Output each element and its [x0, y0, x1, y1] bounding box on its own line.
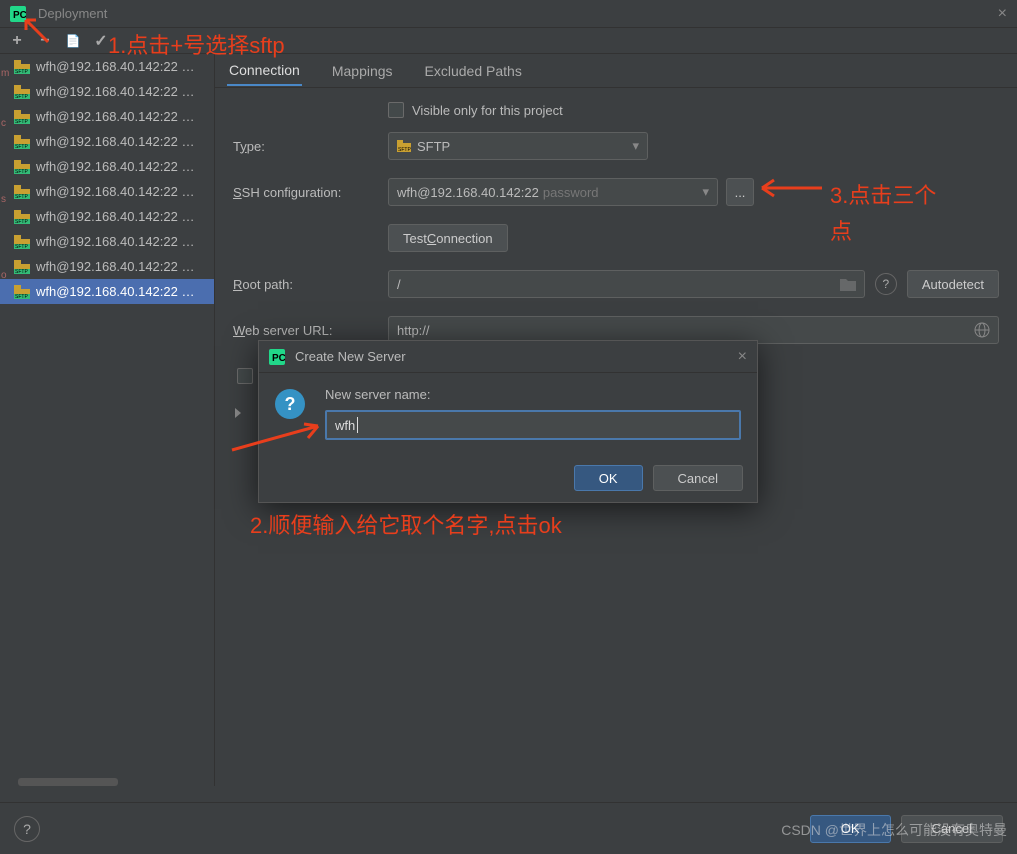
server-list-item-label: wfh@192.168.40.142:22 …: [36, 59, 194, 74]
server-list-item[interactable]: SFTP wfh@192.168.40.142:22 …: [0, 154, 214, 179]
server-name-label: New server name:: [325, 387, 741, 402]
ssh-browse-button[interactable]: ...: [726, 178, 754, 206]
type-value: SFTP: [417, 139, 450, 154]
server-list-item[interactable]: SFTP wfh@192.168.40.142:22 …: [0, 129, 214, 154]
remove-button[interactable]: −: [36, 32, 54, 50]
server-list-item-label: wfh@192.168.40.142:22 …: [36, 134, 194, 149]
server-list-item-label: wfh@192.168.40.142:22 …: [36, 209, 194, 224]
dialog-ok-button[interactable]: OK: [810, 815, 891, 843]
test-connection-button[interactable]: Test Connection: [388, 224, 508, 252]
root-path-input[interactable]: /: [388, 270, 865, 298]
server-list-item-label: wfh@192.168.40.142:22 …: [36, 234, 194, 249]
server-list-item-label: wfh@192.168.40.142:22 …: [36, 184, 194, 199]
dialog-footer: ? OK Cancel: [0, 802, 1017, 854]
svg-text:PC: PC: [13, 10, 26, 21]
window-title: Deployment: [38, 6, 107, 21]
type-label: Type:: [233, 139, 388, 154]
help-icon[interactable]: ?: [875, 273, 897, 295]
modal-ok-button[interactable]: OK: [574, 465, 643, 491]
modal-cancel-button[interactable]: Cancel: [653, 465, 743, 491]
server-list-item[interactable]: SFTP wfh@192.168.40.142:22 …: [0, 179, 214, 204]
root-path-label: Root path:: [233, 277, 388, 292]
server-list-item[interactable]: SFTP wfh@192.168.40.142:22 …: [0, 204, 214, 229]
question-icon: ?: [275, 389, 305, 419]
gutter: m c s o: [0, 54, 10, 786]
create-server-dialog: PC Create New Server × ? New server name…: [258, 340, 758, 503]
globe-icon: [974, 322, 990, 338]
svg-text:SFTP: SFTP: [15, 294, 28, 299]
svg-text:SFTP: SFTP: [15, 194, 28, 199]
svg-text:SFTP: SFTP: [398, 147, 411, 152]
url-label: Web server URL:: [233, 323, 388, 338]
svg-text:SFTP: SFTP: [15, 269, 28, 274]
expand-arrow-icon[interactable]: [235, 408, 241, 418]
chevron-down-icon: ▾: [702, 184, 709, 200]
root-value: /: [397, 277, 401, 292]
server-list-item[interactable]: SFTP wfh@192.168.40.142:22 …: [0, 54, 214, 79]
window-close-icon[interactable]: ×: [998, 5, 1007, 23]
unknown-checkbox[interactable]: [237, 368, 253, 384]
svg-text:SFTP: SFTP: [15, 169, 28, 174]
type-select[interactable]: SFTP SFTP ▾: [388, 132, 648, 160]
server-list-item-label: wfh@192.168.40.142:22 …: [36, 84, 194, 99]
folder-icon: [840, 277, 856, 291]
ssh-value: wfh@192.168.40.142:22: [397, 185, 539, 200]
dialog-cancel-button[interactable]: Cancel: [901, 815, 1003, 843]
tab-excluded[interactable]: Excluded Paths: [423, 57, 524, 85]
tab-mappings[interactable]: Mappings: [330, 57, 395, 85]
apply-button[interactable]: ✓: [92, 32, 110, 50]
server-name-value: wfh: [335, 418, 355, 433]
chevron-down-icon: ▾: [632, 138, 639, 154]
titlebar: PC Deployment ×: [0, 0, 1017, 28]
server-name-input[interactable]: wfh: [325, 410, 741, 440]
sftp-icon: SFTP: [397, 140, 411, 152]
svg-text:SFTP: SFTP: [15, 219, 28, 224]
ssh-label: SSH configuration:: [233, 185, 388, 200]
tab-connection[interactable]: Connection: [227, 56, 302, 86]
toolbar: + − 📄 ✓: [0, 28, 1017, 54]
tabs: Connection Mappings Excluded Paths: [215, 54, 1017, 88]
server-list-item[interactable]: SFTP wfh@192.168.40.142:22 …: [0, 229, 214, 254]
dialog-help-icon[interactable]: ?: [14, 816, 40, 842]
svg-text:SFTP: SFTP: [15, 94, 28, 99]
server-list-item-label: wfh@192.168.40.142:22 …: [36, 109, 194, 124]
copy-button[interactable]: 📄: [64, 32, 82, 50]
server-list-item[interactable]: SFTP wfh@192.168.40.142:22 …: [0, 104, 214, 129]
autodetect-button[interactable]: Autodetect: [907, 270, 999, 298]
pycharm-icon: PC: [269, 349, 285, 365]
server-list-item-label: wfh@192.168.40.142:22 …: [36, 159, 194, 174]
server-list-item[interactable]: SFTP wfh@192.168.40.142:22 …: [0, 279, 214, 304]
ssh-hint: password: [543, 185, 599, 200]
dialog-title: Create New Server: [295, 349, 406, 364]
svg-text:PC: PC: [272, 353, 285, 364]
visible-only-label: Visible only for this project: [412, 103, 563, 118]
add-button[interactable]: +: [8, 32, 26, 50]
ssh-config-select[interactable]: wfh@192.168.40.142:22 password ▾: [388, 178, 718, 206]
server-list-item[interactable]: SFTP wfh@192.168.40.142:22 …: [0, 254, 214, 279]
pycharm-icon: PC: [10, 6, 26, 22]
dialog-close-icon[interactable]: ×: [738, 348, 747, 366]
visible-only-checkbox[interactable]: [388, 102, 404, 118]
server-list-item-label: wfh@192.168.40.142:22 …: [36, 284, 194, 299]
svg-text:SFTP: SFTP: [15, 244, 28, 249]
server-list-item[interactable]: SFTP wfh@192.168.40.142:22 …: [0, 79, 214, 104]
server-list-item-label: wfh@192.168.40.142:22 …: [36, 259, 194, 274]
scrollbar-horizontal[interactable]: [18, 778, 118, 786]
server-list: m c s o SFTP wfh@192.168.40.142:22 … SFTP w…: [0, 54, 215, 786]
svg-text:SFTP: SFTP: [15, 144, 28, 149]
svg-text:SFTP: SFTP: [15, 69, 28, 74]
svg-text:SFTP: SFTP: [15, 119, 28, 124]
url-value: http://: [397, 323, 430, 338]
